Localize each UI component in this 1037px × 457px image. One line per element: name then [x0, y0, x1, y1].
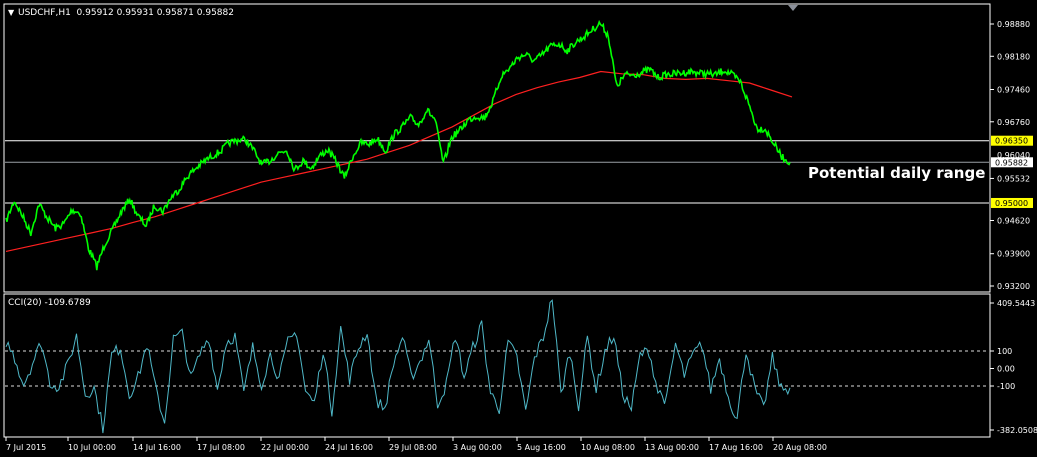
price-tick-label: 0.96760 [997, 118, 1030, 127]
cci-tick-label: -382.0508 [997, 426, 1037, 435]
time-tick-label: 24 Jul 16:00 [325, 443, 373, 452]
cci-tick-label: 0.00 [997, 365, 1015, 374]
annotation-potential-daily-range: Potential daily range [808, 164, 985, 182]
time-tick-label: 3 Aug 00:00 [453, 443, 502, 452]
price-tick-label: 0.93900 [997, 250, 1030, 259]
indicator-header: CCI(20) -109.6789 [8, 298, 91, 308]
cci-tick-label: 409.5443 [997, 299, 1035, 308]
price-tick-label: 0.93200 [997, 282, 1030, 291]
price-tick-label: 0.97460 [997, 86, 1030, 95]
time-tick-label: 14 Jul 16:00 [133, 443, 181, 452]
price-tick-label: 0.94620 [997, 217, 1030, 226]
time-tick-label: 29 Jul 08:00 [389, 443, 437, 452]
time-tick-label: 7 Jul 2015 [6, 443, 46, 452]
chart-background [0, 0, 1037, 457]
time-tick-label: 10 Aug 08:00 [581, 443, 635, 452]
cci-tick-label: 100 [997, 347, 1012, 356]
time-tick-label: 5 Aug 16:00 [517, 443, 566, 452]
time-tick-label: 17 Jul 08:00 [197, 443, 245, 452]
time-tick-label: 17 Aug 16:00 [709, 443, 763, 452]
price-tick-label: 0.98180 [997, 52, 1030, 61]
time-tick-label: 13 Aug 00:00 [645, 443, 699, 452]
level-price-label: 0.96350 [995, 137, 1028, 146]
price-tick-label: 0.98880 [997, 20, 1030, 29]
time-tick-label: 10 Jul 00:00 [68, 443, 116, 452]
price-tick-label: 0.95532 [997, 174, 1030, 183]
collapse-arrow-icon[interactable]: ▼ [8, 8, 15, 17]
symbol-header: USDCHF,H1 0.95912 0.95931 0.95871 0.9588… [18, 8, 234, 18]
cci-tick-label: -100 [997, 382, 1015, 391]
current-price-label: 0.95882 [995, 158, 1028, 167]
time-tick-label: 20 Aug 08:00 [773, 443, 827, 452]
time-tick-label: 22 Jul 00:00 [261, 443, 309, 452]
chart-window[interactable]: ▼ USDCHF,H1 0.95912 0.95931 0.95871 0.95… [0, 0, 1037, 457]
level-price-label: 0.95000 [995, 199, 1028, 208]
